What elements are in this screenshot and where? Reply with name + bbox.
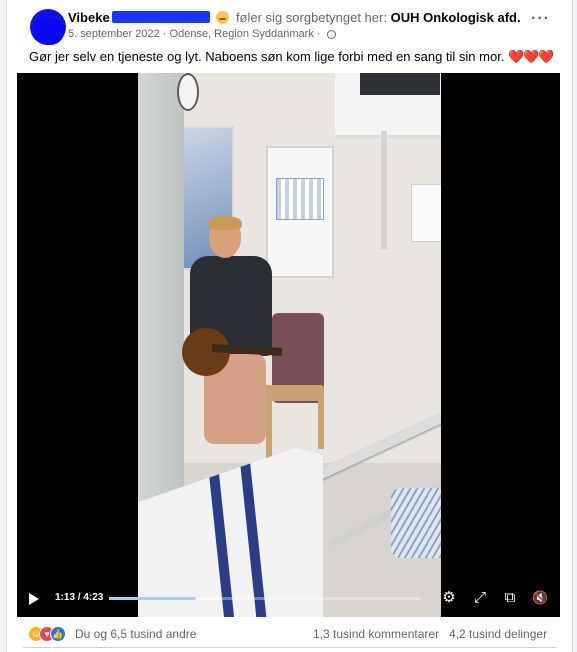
post-meta: 5. september 2022 · Odense, Region Sydda… bbox=[68, 28, 336, 40]
caption-hearts: ❤️❤️❤️ bbox=[508, 49, 555, 64]
more-options-button[interactable]: ··· bbox=[531, 10, 550, 28]
video-player[interactable]: 1:13 / 4:23 ⚙ ⤢ ⧉ 🔇 bbox=[17, 73, 560, 617]
meta-separator: · bbox=[162, 28, 167, 40]
picture-in-picture-icon[interactable]: ⧉ bbox=[502, 590, 518, 606]
shelf-bracket bbox=[381, 131, 387, 249]
caption-text: Gør jer selv en tjeneste og lyt. Naboens… bbox=[29, 49, 505, 64]
post-caption: Gør jer selv en tjeneste og lyt. Naboens… bbox=[29, 49, 555, 65]
engagement-bar: ☺ ♥ 👍 Du og 6,5 tusind andre 1,3 tusind … bbox=[7, 620, 572, 648]
sad-emoji-icon bbox=[216, 11, 230, 24]
play-icon[interactable] bbox=[29, 593, 39, 605]
like-reaction-icon: 👍 bbox=[50, 626, 66, 642]
expand-icon[interactable]: ⤢ bbox=[472, 590, 488, 606]
video-time: 1:13 / 4:23 bbox=[55, 592, 104, 603]
post-date[interactable]: 5. september 2022 bbox=[68, 28, 160, 40]
post-card: Vibeke føler sig sorgbetynget her: OUH O… bbox=[6, 0, 573, 652]
guitar bbox=[182, 328, 283, 376]
post-title-line: Vibeke føler sig sorgbetynget her: OUH O… bbox=[68, 10, 521, 25]
redacted-surname bbox=[111, 11, 210, 23]
post-location[interactable]: Odense, Region Syddanmark bbox=[170, 28, 314, 40]
blanket bbox=[391, 488, 441, 558]
progress-track[interactable] bbox=[109, 597, 421, 600]
shares-count[interactable]: 4,2 tusind delinger bbox=[449, 627, 547, 641]
feeling-text: føler sig sorgbetynget her: bbox=[235, 10, 387, 25]
wall-clock bbox=[177, 73, 199, 111]
speaker-muted-icon[interactable]: 🔇 bbox=[532, 590, 548, 606]
tv-shelf bbox=[335, 73, 441, 138]
globe-icon bbox=[326, 30, 336, 39]
meta-separator-2: · bbox=[316, 28, 321, 40]
wall-sign bbox=[411, 184, 441, 242]
gear-icon[interactable]: ⚙ bbox=[441, 590, 457, 606]
post-header: Vibeke føler sig sorgbetynget her: OUH O… bbox=[7, 0, 572, 72]
divider bbox=[23, 647, 556, 648]
reaction-icons[interactable]: ☺ ♥ 👍 bbox=[28, 626, 72, 642]
author-name[interactable]: Vibeke bbox=[68, 10, 110, 25]
video-controls: 1:13 / 4:23 ⚙ ⤢ ⧉ 🔇 bbox=[17, 579, 560, 617]
progress-buffer bbox=[109, 597, 222, 600]
reactions-count[interactable]: Du og 6,5 tusind andre bbox=[75, 627, 196, 641]
place-link[interactable]: OUH Onkologisk afd. bbox=[391, 10, 521, 25]
video-frame bbox=[138, 73, 441, 617]
author-avatar[interactable] bbox=[30, 9, 66, 45]
comments-count[interactable]: 1,3 tusind kommentarer bbox=[313, 627, 439, 641]
